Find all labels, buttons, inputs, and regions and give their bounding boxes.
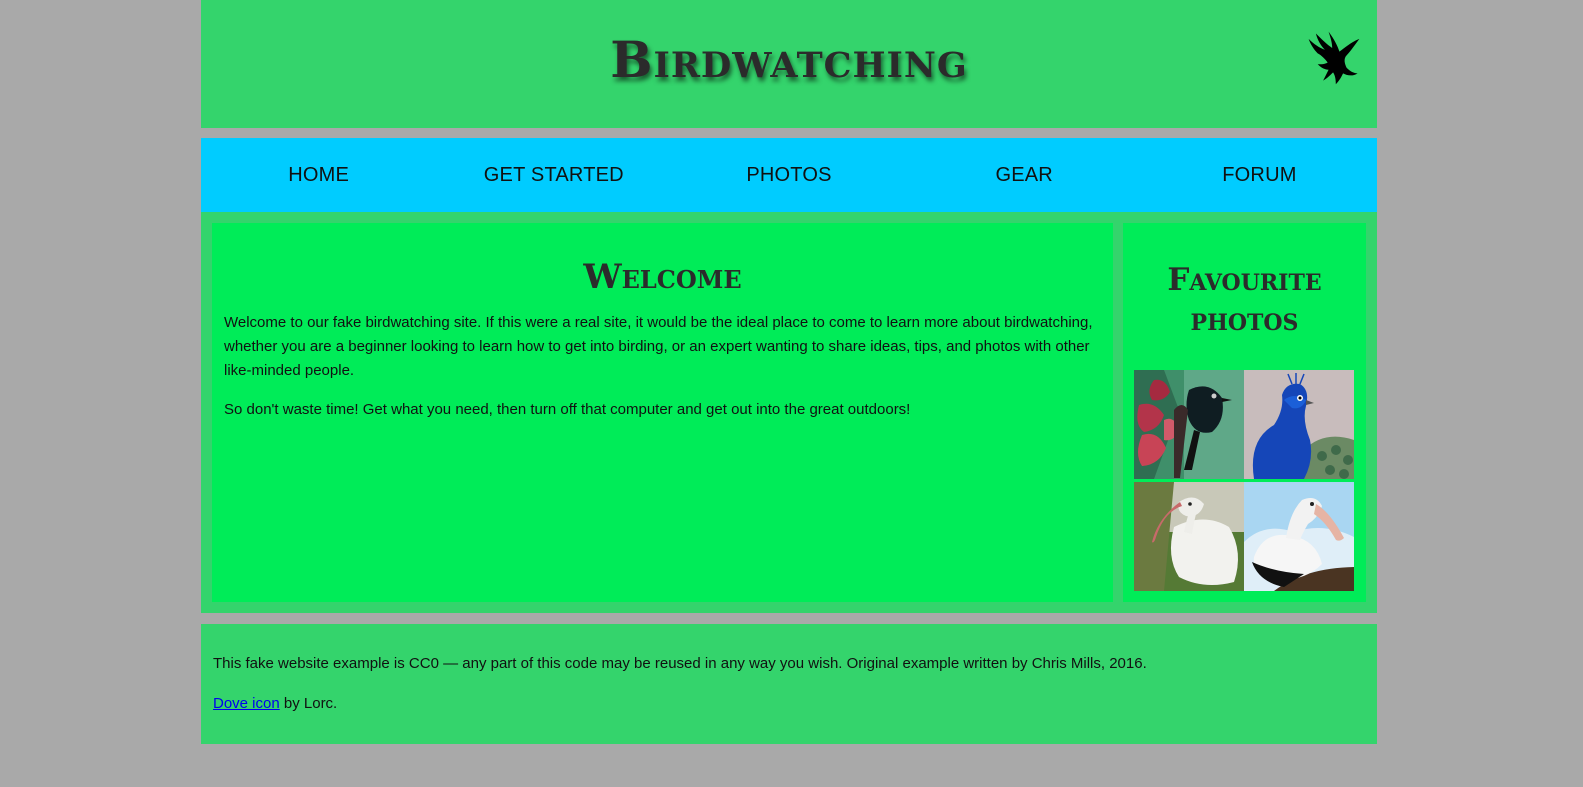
welcome-article: Welcome Welcome to our fake birdwatching… (212, 223, 1113, 602)
footer-credit: This fake website example is CC0 — any p… (213, 655, 1147, 672)
welcome-heading: Welcome (583, 257, 742, 297)
nav-photos[interactable]: PHOTOS (746, 164, 831, 187)
welcome-paragraph-2: So don't waste time! Get what you need, … (224, 401, 911, 418)
favourite-photos-heading: Favourite photos (1167, 262, 1322, 338)
welcome-paragraph-1: Welcome to our fake birdwatching site. I… (224, 314, 1093, 379)
main-nav: HOME GET STARTED PHOTOS GEAR FORUM (201, 138, 1377, 212)
photo-grid (1134, 370, 1355, 591)
nav-home[interactable]: HOME (288, 164, 349, 187)
nav-get-started[interactable]: GET STARTED (484, 164, 624, 187)
dove-icon (1308, 31, 1360, 85)
white-ibis-photo[interactable] (1134, 482, 1244, 591)
peacock-photo[interactable] (1244, 370, 1354, 479)
footer-dove-credit: Dove icon by Lorc. (213, 692, 1365, 716)
nav-forum[interactable]: FORUM (1222, 164, 1296, 187)
site-footer: This fake website example is CC0 — any p… (201, 624, 1377, 744)
tui-on-flax-photo[interactable] (1134, 370, 1244, 479)
site-title: Birdwatching (610, 30, 968, 89)
dove-credit-suffix: by Lorc. (279, 695, 338, 712)
nav-gear[interactable]: GEAR (995, 164, 1052, 187)
site-header: Birdwatching (201, 0, 1377, 128)
dove-icon-link[interactable]: Dove icon (213, 695, 280, 712)
pelican-photo[interactable] (1244, 482, 1354, 591)
favourite-photos-sidebar: Favourite photos (1123, 223, 1366, 602)
main-content-wrapper: Welcome Welcome to our fake birdwatching… (201, 212, 1377, 613)
page-container: Birdwatching HOME GET STARTED PHOTOS GEA… (201, 0, 1377, 744)
